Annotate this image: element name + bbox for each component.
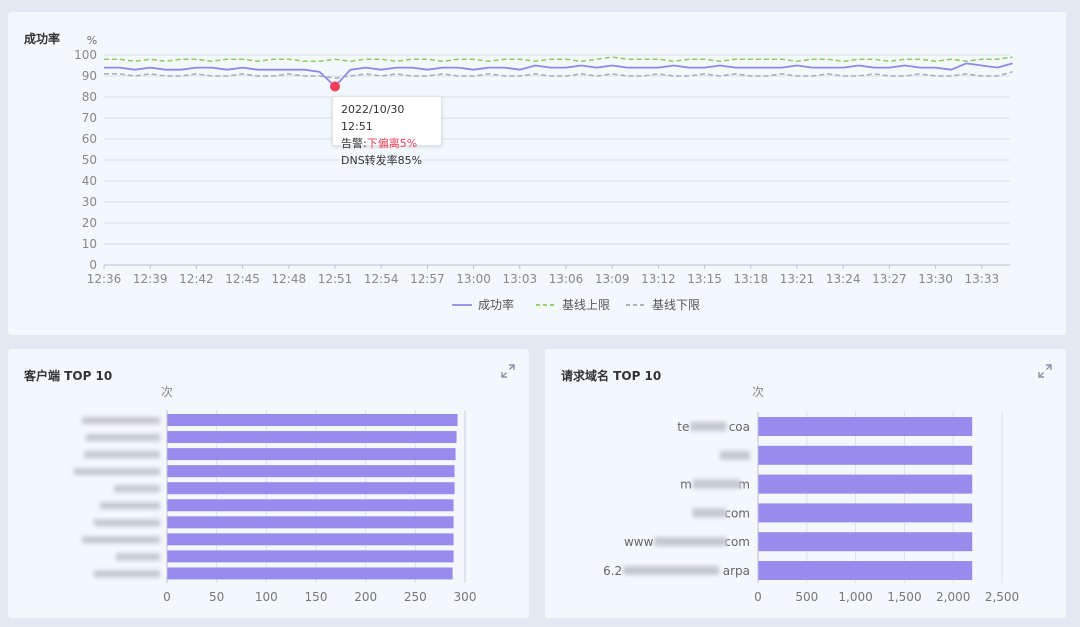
card-title: 客户端 TOP 10 <box>24 369 113 383</box>
alert-tooltip: 2022/10/30 12:51 告警:下偏离5% DNS转发率85% <box>332 96 442 167</box>
tooltip-alert-label: 告警: <box>341 137 367 150</box>
tooltip-metric: DNS转发率85% <box>341 154 423 167</box>
tooltip-time: 12:51 <box>341 120 373 133</box>
tooltip-alert-value: 下偏离5% <box>366 137 418 150</box>
expand-icon[interactable] <box>501 364 515 378</box>
expand-icon[interactable] <box>1038 364 1052 378</box>
card-title: 请求域名 TOP 10 <box>561 369 662 383</box>
success-rate-card: 成功率 <box>8 12 1066 335</box>
tooltip-date: 2022/10/30 <box>341 103 405 116</box>
client-top10-card: 客户端 TOP 10 <box>8 349 529 618</box>
domain-top10-card: 请求域名 TOP 10 <box>545 349 1066 618</box>
card-title: 成功率 <box>24 32 61 46</box>
